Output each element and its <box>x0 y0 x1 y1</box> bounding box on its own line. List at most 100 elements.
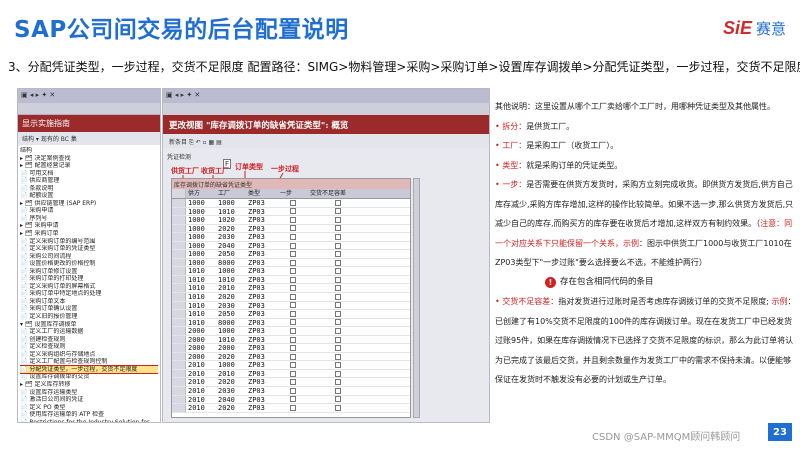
cell-supplying-plant[interactable]: 1000 <box>186 259 216 267</box>
tolerance-checkbox[interactable] <box>335 302 341 309</box>
table-row[interactable]: 1000 2020 ZP03 <box>172 224 410 234</box>
cell-plant[interactable]: 1000 <box>216 199 246 207</box>
tree-item[interactable]: 📄 设置价格更改的价格控制 <box>20 260 158 268</box>
cell-type[interactable]: ZP03 <box>246 267 278 275</box>
cell-type[interactable]: ZP03 <box>246 404 278 412</box>
tree-item[interactable]: 📄 设置库存运输类型 <box>20 389 158 397</box>
cell-supplying-plant[interactable]: 1010 <box>186 319 216 327</box>
table-row[interactable]: 1010 2030 ZP03 <box>172 301 410 311</box>
row-selector[interactable] <box>172 293 186 301</box>
cell-plant[interactable]: 2020 <box>216 293 246 301</box>
one-step-checkbox[interactable] <box>290 242 296 249</box>
tree-item[interactable]: 📄 使用库存运输单的 ATP 检查 <box>20 411 158 419</box>
cell-supplying-plant[interactable]: 1000 <box>186 225 216 233</box>
row-selector[interactable] <box>172 284 186 293</box>
table-row[interactable]: 1010 1010 ZP03 <box>172 275 410 285</box>
one-step-checkbox[interactable] <box>290 404 296 411</box>
table-row[interactable]: 2000 2000 ZP03 <box>172 344 410 353</box>
cell-plant[interactable]: 1020 <box>216 216 246 224</box>
tree-item[interactable]: 📄 采购订单的打印处理 <box>20 275 158 283</box>
table-row[interactable]: 2010 2030 ZP03 <box>172 387 410 396</box>
row-selector[interactable] <box>172 395 186 404</box>
table-row[interactable]: 1000 2050 ZP03 <box>172 250 410 259</box>
one-step-checkbox[interactable] <box>290 319 296 326</box>
row-selector[interactable] <box>172 387 186 395</box>
tree-item[interactable]: 📄 采购订单文本 <box>20 298 158 306</box>
tolerance-checkbox[interactable] <box>335 225 341 232</box>
tree-item[interactable]: 📄 定义采购订单的编号范围 <box>20 238 158 246</box>
one-step-checkbox[interactable] <box>290 285 296 292</box>
cell-type[interactable]: ZP03 <box>246 208 278 216</box>
cell-plant[interactable]: 2020 <box>216 404 246 412</box>
cell-supplying-plant[interactable]: 1010 <box>186 310 216 318</box>
row-selector[interactable] <box>172 327 186 335</box>
one-step-checkbox[interactable] <box>290 310 296 317</box>
table-row[interactable]: 1000 1000 ZP03 <box>172 199 410 208</box>
cell-supplying-plant[interactable]: 1010 <box>186 276 216 284</box>
row-selector[interactable] <box>172 241 186 250</box>
tolerance-checkbox[interactable] <box>335 233 341 240</box>
row-selector[interactable] <box>172 267 186 275</box>
cell-plant[interactable]: 2030 <box>216 302 246 310</box>
tree-item[interactable]: 📄 条款说明 <box>20 185 158 193</box>
tolerance-checkbox[interactable] <box>335 379 341 386</box>
row-selector[interactable] <box>172 199 186 207</box>
cell-supplying-plant[interactable]: 1000 <box>186 242 216 250</box>
row-selector[interactable] <box>172 318 186 327</box>
tolerance-checkbox[interactable] <box>335 208 341 215</box>
cell-supplying-plant[interactable]: 1010 <box>186 284 216 292</box>
tolerance-checkbox[interactable] <box>335 319 341 326</box>
tolerance-checkbox[interactable] <box>335 404 341 411</box>
tree-item[interactable]: 📄 采购订单确认设置 <box>20 305 158 313</box>
tolerance-checkbox[interactable] <box>335 336 341 343</box>
tree-item[interactable]: 📄 供应商管理 <box>20 177 158 185</box>
cell-supplying-plant[interactable]: 1010 <box>186 267 216 275</box>
cell-supplying-plant[interactable]: 1010 <box>186 302 216 310</box>
cell-supplying-plant[interactable]: 2000 <box>186 336 216 344</box>
cell-plant[interactable]: 2020 <box>216 378 246 386</box>
table-row[interactable]: 1000 2040 ZP03 <box>172 241 410 251</box>
tree-item[interactable]: 📄 序列号 <box>20 215 158 223</box>
cell-supplying-plant[interactable]: 2000 <box>186 327 216 335</box>
tolerance-checkbox[interactable] <box>335 259 341 266</box>
cell-supplying-plant[interactable]: 1000 <box>186 208 216 216</box>
tree-item[interactable]: 📄 定义工厂配置与检查规则控制 <box>20 358 158 366</box>
row-selector[interactable] <box>172 258 186 267</box>
row-selector[interactable] <box>172 369 186 378</box>
cell-type[interactable]: ZP03 <box>246 293 278 301</box>
tree-item[interactable]: 📄 配额设置 <box>20 192 158 200</box>
one-step-checkbox[interactable] <box>290 259 296 266</box>
row-selector[interactable] <box>172 301 186 310</box>
row-selector[interactable] <box>172 207 186 216</box>
table-row[interactable]: 2000 2020 ZP03 <box>172 352 410 362</box>
cell-type[interactable]: ZP03 <box>246 361 278 369</box>
row-selector[interactable] <box>172 344 186 352</box>
tolerance-checkbox[interactable] <box>335 387 341 394</box>
cell-type[interactable]: ZP03 <box>246 250 278 258</box>
tree-item[interactable]: ▸ 🗂 供应链管理 (SAP ERP) <box>20 200 158 208</box>
one-step-checkbox[interactable] <box>290 362 296 369</box>
one-step-checkbox[interactable] <box>290 336 296 343</box>
row-selector[interactable] <box>172 352 186 361</box>
cell-type[interactable]: ZP03 <box>246 276 278 284</box>
cell-supplying-plant[interactable]: 2000 <box>186 344 216 352</box>
view-toolbar[interactable]: 新条目 ⎘ ↶ ▫ ▦ ▤ <box>163 134 489 148</box>
one-step-checkbox[interactable] <box>290 370 296 377</box>
table-row[interactable]: 2010 2020 ZP03 <box>172 378 410 388</box>
table-row[interactable]: 1000 1010 ZP03 <box>172 207 410 217</box>
cell-type[interactable]: ZP03 <box>246 242 278 250</box>
tree-item[interactable]: ▸ 🗂 采购申请 <box>20 222 158 230</box>
cell-supplying-plant[interactable]: 1000 <box>186 216 216 224</box>
one-step-checkbox[interactable] <box>290 268 296 275</box>
table-row[interactable]: 2010 1000 ZP03 <box>172 361 410 370</box>
cell-plant[interactable]: 1000 <box>216 361 246 369</box>
cell-plant[interactable]: 2040 <box>216 396 246 404</box>
tree-item[interactable]: 📄 采购公司间流程 <box>20 253 158 261</box>
one-step-checkbox[interactable] <box>290 216 296 223</box>
cell-supplying-plant[interactable]: 1000 <box>186 250 216 258</box>
cell-plant[interactable]: 2030 <box>216 387 246 395</box>
row-selector[interactable] <box>172 275 186 284</box>
table-row[interactable]: 1000 2030 ZP03 <box>172 233 410 242</box>
tree-item[interactable]: 📄 设置库存调拨单的交货 <box>20 373 158 381</box>
table-row[interactable]: 1010 8000 ZP03 <box>172 318 410 328</box>
